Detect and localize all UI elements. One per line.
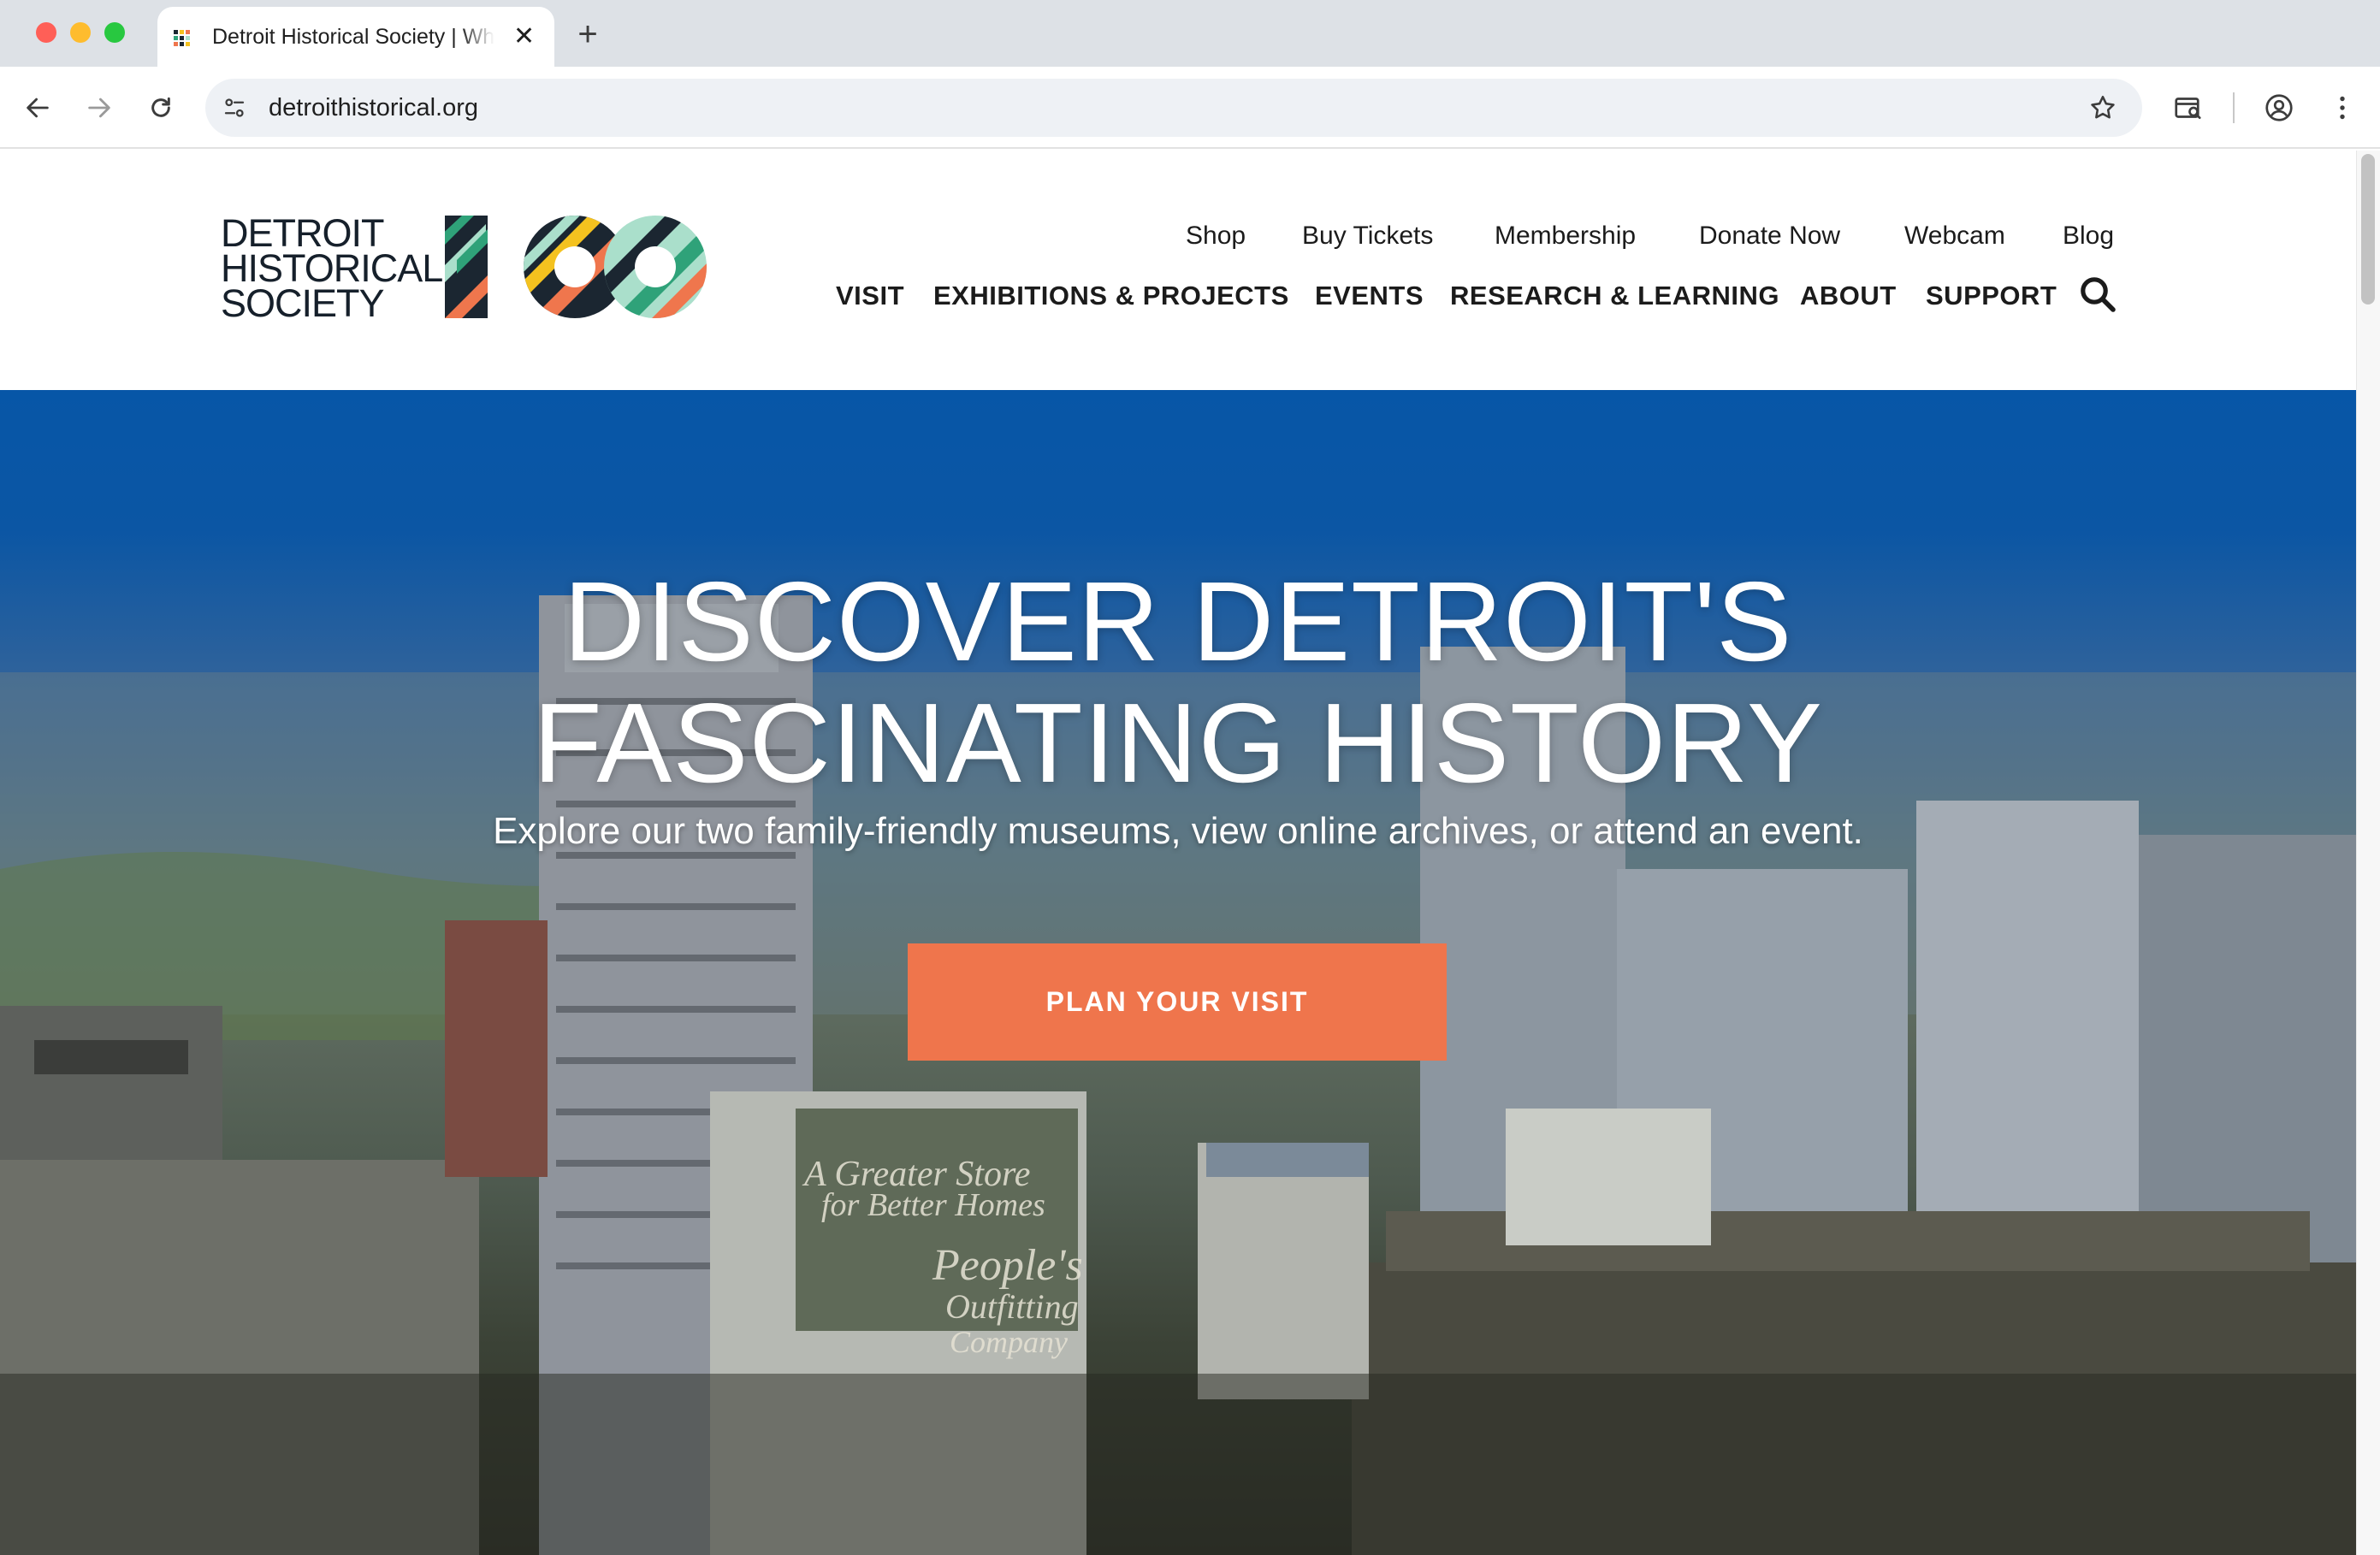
nav-donate-now[interactable]: Donate Now [1699, 219, 1840, 253]
browser-tab-active[interactable]: Detroit Historical Society | Where the p… [157, 7, 554, 67]
star-icon[interactable] [2084, 89, 2122, 127]
nav-blog[interactable]: Blog [2063, 219, 2114, 253]
nav-exhibitions-projects[interactable]: EXHIBITIONS & PROJECTS [933, 279, 1289, 313]
reload-icon[interactable] [140, 87, 181, 128]
address-bar[interactable] [205, 79, 2142, 137]
profile-icon[interactable] [2259, 87, 2300, 128]
site-logo-wordmark[interactable]: DETROIT HISTORICAL SOCIETY [221, 211, 443, 325]
nav-buy-tickets[interactable]: Buy Tickets [1302, 219, 1433, 253]
back-arrow-icon[interactable] [17, 87, 58, 128]
forward-arrow-icon[interactable] [79, 87, 120, 128]
scrollbar-thumb[interactable] [2361, 154, 2375, 304]
more-menu-icon[interactable] [2322, 87, 2363, 128]
billboard-line-5: Company [950, 1325, 1068, 1359]
close-icon[interactable]: ✕ [513, 24, 535, 50]
window-close-button[interactable] [36, 22, 56, 43]
url-text[interactable]: detroithistorical.org [269, 91, 478, 125]
hero-title: DISCOVER DETROIT'S FASCINATING HISTORY [0, 561, 2356, 804]
plus-icon[interactable]: + [568, 15, 607, 55]
nav-visit[interactable]: VISIT [836, 279, 904, 313]
page-scrollbar[interactable] [2356, 151, 2380, 1555]
logo-line-society: SOCIETY [221, 281, 385, 325]
nav-webcam[interactable]: Webcam [1904, 219, 2005, 253]
tab-title: Detroit Historical Society | Where the p… [212, 24, 494, 49]
billboard-line-2: for Better Homes [821, 1187, 1045, 1223]
favicon-icon [171, 24, 197, 50]
window-zoom-button[interactable] [104, 22, 125, 43]
window-minimize-button[interactable] [70, 22, 91, 43]
hero-title-line-1: DISCOVER DETROIT'S [563, 559, 1793, 684]
hero-subtitle: Explore our two family-friendly museums,… [493, 810, 1863, 852]
hero-title-line-2: FASCINATING HISTORY [533, 680, 1823, 806]
plan-your-visit-button[interactable]: PLAN YOUR VISIT [908, 943, 1447, 1061]
toolbar-separator [2233, 92, 2235, 123]
nav-events[interactable]: EVENTS [1315, 279, 1424, 313]
billboard-line-4: Outfitting [945, 1287, 1079, 1326]
nav-research-learning[interactable]: RESEARCH & LEARNING [1450, 279, 1779, 313]
site-info-icon[interactable] [219, 92, 250, 123]
tab-search-icon[interactable] [2168, 87, 2209, 128]
search-icon[interactable] [2077, 274, 2118, 315]
billboard-line-3: People's [932, 1241, 1083, 1290]
nav-membership[interactable]: Membership [1495, 219, 1636, 253]
nav-support[interactable]: SUPPORT [1926, 279, 2057, 313]
nav-shop[interactable]: Shop [1186, 219, 1246, 253]
nav-about[interactable]: ABOUT [1800, 279, 1897, 313]
logo-100-mark[interactable] [445, 214, 707, 320]
logo-line-detroit: DETROIT [221, 211, 385, 255]
logo-line-historical: HISTORICAL [221, 246, 443, 290]
